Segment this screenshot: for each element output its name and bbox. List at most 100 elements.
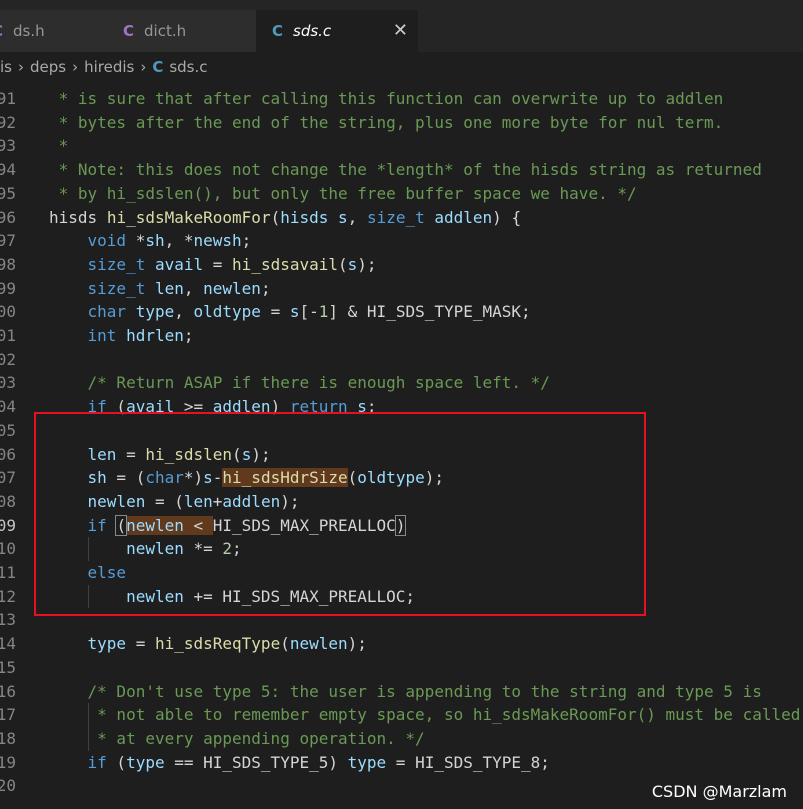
breadcrumb-item[interactable]: hiredis xyxy=(84,58,134,76)
code-text: newlen = (len+addlen); xyxy=(87,491,300,511)
code-text: /* Return ASAP if there is enough space … xyxy=(87,373,550,393)
code-text: len = hi_sdslen(s); xyxy=(87,444,271,464)
code-line[interactable]: 95 * by hi_sdslen(), but only the free b… xyxy=(0,182,803,206)
code-line[interactable]: 97 void *sh, *newsh; xyxy=(0,229,803,253)
c-file-icon: C xyxy=(123,22,135,40)
code-line[interactable]: 08 newlen = (len+addlen); xyxy=(0,490,803,514)
code-text: newlen += HI_SDS_MAX_PREALLOC; xyxy=(126,586,416,606)
line-number: 14 xyxy=(0,634,16,654)
code-line[interactable]: 96 hisds hi_sdsMakeRoomFor(hisds s, size_… xyxy=(0,206,803,230)
line-number: 12 xyxy=(0,586,16,606)
chevron-right-icon: › xyxy=(72,58,79,76)
code-line[interactable]: 05 xyxy=(0,419,803,443)
code-text: char type, oldtype = s[-1] & HI_SDS_TYPE… xyxy=(87,302,531,322)
c-file-icon: C xyxy=(272,22,284,40)
code-line[interactable]: 10 newlen *= 2; xyxy=(0,537,803,561)
code-text: * at every appending operation. */ xyxy=(49,728,425,748)
line-number: 95 xyxy=(0,183,16,203)
code-text: /* Don't use type 5: the user is appendi… xyxy=(87,681,762,701)
code-line[interactable]: 98 size_t avail = hi_sdsavail(s); xyxy=(0,253,803,277)
c-file-icon: C xyxy=(0,22,3,40)
code-text: if (type == HI_SDS_TYPE_5) type = HI_SDS… xyxy=(87,752,550,772)
code-line[interactable]: 94 * Note: this does not change the *len… xyxy=(0,158,803,182)
code-text: hisds hi_sdsMakeRoomFor(hisds s, size_t … xyxy=(49,207,522,227)
breadcrumb-item[interactable]: sds.c xyxy=(169,58,207,76)
code-text: * bytes after the end of the string, plu… xyxy=(49,112,724,132)
line-number: 04 xyxy=(0,397,16,417)
code-line[interactable]: 07 sh = (char*)s-hi_sdsHdrSize(oldtype); xyxy=(0,466,803,490)
code-line[interactable]: 06 len = hi_sdslen(s); xyxy=(0,443,803,467)
line-number: 15 xyxy=(0,657,16,677)
line-number: 05 xyxy=(0,420,16,440)
code-text: type = hi_sdsReqType(newlen); xyxy=(87,634,367,654)
tab-dict-h[interactable]: Cdict.h xyxy=(111,10,261,52)
line-number: 98 xyxy=(0,254,16,274)
code-line[interactable]: 02 xyxy=(0,348,803,372)
code-text: void *sh, *newsh; xyxy=(87,231,252,251)
code-line[interactable]: 16 /* Don't use type 5: the user is appe… xyxy=(0,680,803,704)
code-line[interactable]: 11 else xyxy=(0,561,803,585)
code-line[interactable]: 91 * is sure that after calling this fun… xyxy=(0,87,803,111)
c-file-icon: C xyxy=(152,58,164,76)
code-text: if (avail >= addlen) return s; xyxy=(87,397,377,417)
line-number: 96 xyxy=(0,207,16,227)
code-line[interactable]: 93 * xyxy=(0,134,803,158)
line-number: 06 xyxy=(0,444,16,464)
code-text: sh = (char*)s-hi_sdsHdrSize(oldtype); xyxy=(87,468,444,488)
code-text: size_t avail = hi_sdsavail(s); xyxy=(87,254,377,274)
code-line[interactable]: 99 size_t len, newlen; xyxy=(0,277,803,301)
code-line[interactable]: 03 /* Return ASAP if there is enough spa… xyxy=(0,371,803,395)
breadcrumb-item[interactable]: deps xyxy=(30,58,66,76)
code-line[interactable]: 09 if (newlen < HI_SDS_MAX_PREALLOC) xyxy=(0,514,803,538)
code-text: size_t len, newlen; xyxy=(87,278,271,298)
line-number: 99 xyxy=(0,278,16,298)
line-number: 19 xyxy=(0,752,16,772)
line-number: 91 xyxy=(0,89,16,108)
code-line[interactable]: 00 char type, oldtype = s[-1] & HI_SDS_T… xyxy=(0,300,803,324)
code-line[interactable]: 18 * at every appending operation. */ xyxy=(0,726,803,751)
code-text: * xyxy=(49,136,69,156)
line-number: 97 xyxy=(0,231,16,251)
code-text: int hdrlen; xyxy=(87,326,194,345)
line-number: 07 xyxy=(0,468,16,488)
code-line[interactable]: 92 * bytes after the end of the string, … xyxy=(0,111,803,135)
line-number: 00 xyxy=(0,302,16,322)
code-line[interactable]: 19 if (type == HI_SDS_TYPE_5) type = HI_… xyxy=(0,751,803,775)
code-line[interactable]: 12 newlen += HI_SDS_MAX_PREALLOC; xyxy=(0,584,803,609)
tab-label: dict.h xyxy=(144,22,187,40)
line-number: 18 xyxy=(0,728,16,748)
code-text: newlen *= 2; xyxy=(126,539,242,559)
line-number: 16 xyxy=(0,681,16,701)
tab-bar: Cds.h Cdict.h Csds.c ✕ xyxy=(0,0,803,52)
tab-sds-c[interactable]: Csds.c ✕ xyxy=(256,10,418,52)
line-number: 94 xyxy=(0,160,16,180)
watermark: CSDN @Marzlam xyxy=(651,782,787,801)
code-text: else xyxy=(87,563,127,582)
line-number: 09 xyxy=(0,515,16,535)
code-text: * by hi_sdslen(), but only the free buff… xyxy=(49,183,637,203)
code-line[interactable]: 01 int hdrlen; xyxy=(0,324,803,348)
breadcrumb-item[interactable]: is xyxy=(0,58,12,76)
line-number: 93 xyxy=(0,136,16,156)
line-number: 03 xyxy=(0,373,16,393)
code-line[interactable]: 04 if (avail >= addlen) return s; xyxy=(0,395,803,419)
line-number: 10 xyxy=(0,539,16,559)
code-line[interactable]: 14 type = hi_sdsReqType(newlen); xyxy=(0,632,803,656)
breadcrumb: is › deps › hiredis › Csds.c xyxy=(0,52,803,82)
line-number: 13 xyxy=(0,610,16,630)
code-line[interactable]: 17 * not able to remember empty space, s… xyxy=(0,703,803,727)
code-text: * Note: this does not change the *length… xyxy=(49,160,762,180)
chevron-right-icon: › xyxy=(17,58,24,76)
line-number: 02 xyxy=(0,349,16,369)
close-icon[interactable]: ✕ xyxy=(393,10,408,52)
line-number: 17 xyxy=(0,705,16,725)
code-text: if (newlen < HI_SDS_MAX_PREALLOC) xyxy=(87,514,407,536)
code-line[interactable]: 13 xyxy=(0,608,803,632)
tab-label: sds.c xyxy=(293,22,332,40)
tab-label: ds.h xyxy=(13,22,45,40)
code-line[interactable]: 15 xyxy=(0,656,803,680)
code-editor[interactable]: 91 * is sure that after calling this fun… xyxy=(0,82,803,809)
line-number: 20 xyxy=(0,776,16,796)
code-text: * is sure that after calling this functi… xyxy=(49,89,724,108)
line-number: 01 xyxy=(0,326,16,345)
